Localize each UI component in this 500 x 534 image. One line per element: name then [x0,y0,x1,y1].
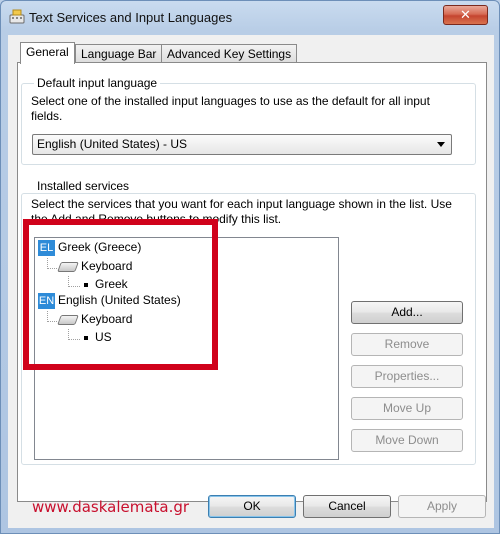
add-button[interactable]: Add... [351,301,463,324]
remove-button[interactable]: Remove [351,333,463,356]
properties-button[interactable]: Properties... [351,365,463,388]
close-button[interactable]: ✕ [443,5,488,25]
default-language-select[interactable]: English (United States) - US [32,134,452,155]
tab-language-bar[interactable]: Language Bar [75,44,163,63]
move-up-button[interactable]: Move Up [351,397,463,420]
ok-button[interactable]: OK [208,495,296,518]
default-language-value: English (United States) - US [37,137,188,151]
title-bar[interactable]: Text Services and Input Languages ✕ [1,1,500,35]
watermark-text: www.daskalemata.gr [32,498,190,516]
chevron-down-icon [437,142,445,147]
default-language-description: Select one of the installed input langua… [31,94,430,123]
dialog-body: General Language Bar Advanced Key Settin… [8,35,494,528]
dialog-window: Text Services and Input Languages ✕ Gene… [0,0,500,534]
default-language-legend: Default input language [34,76,161,90]
apply-button[interactable]: Apply [398,495,486,518]
window-title: Text Services and Input Languages [29,10,233,25]
cancel-button[interactable]: Cancel [303,495,391,518]
tab-advanced-key-settings[interactable]: Advanced Key Settings [161,44,298,63]
keyboard-app-icon [9,9,25,24]
tab-general[interactable]: General [20,42,75,64]
installed-services-legend: Installed services [34,179,133,193]
annotation-highlight-box [23,219,218,370]
move-down-button[interactable]: Move Down [351,429,463,452]
